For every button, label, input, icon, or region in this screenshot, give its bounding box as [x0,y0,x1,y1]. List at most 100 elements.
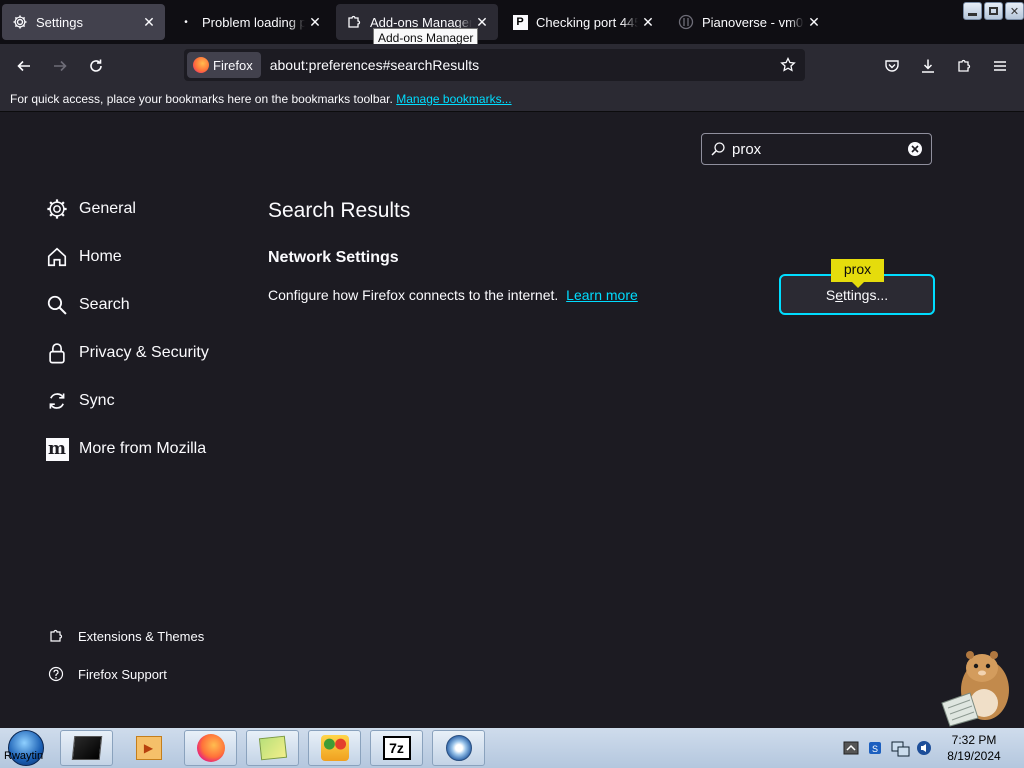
taskbar-sticky-notes[interactable] [246,730,299,766]
category-home[interactable]: Home [45,242,122,272]
category-label: Home [79,248,122,265]
close-icon[interactable]: ✕ [139,12,159,32]
taskbar-media-player[interactable]: ▶ [122,730,175,766]
gear-icon [45,197,69,221]
close-icon[interactable]: ✕ [305,12,325,32]
tab-strip: Settings ✕ • Problem loading page ✕ Add-… [0,0,1024,44]
learn-more-link[interactable]: Learn more [566,287,638,303]
tab-checking-port[interactable]: P Checking port 445 on ✕ [502,4,664,40]
puzzle-icon [958,59,971,72]
tab-label: Pianoverse - vm0b0t [702,14,804,30]
preferences-search-input[interactable]: prox [701,133,932,165]
taskbar-media-center[interactable] [432,730,485,766]
category-more-from-mozilla[interactable]: m More from Mozilla [45,434,206,464]
settings-label-pre: S [825,286,836,303]
bookmark-star-icon[interactable] [775,52,801,78]
hamster-mascot-image [941,651,1009,727]
mozilla-icon: m [45,437,69,461]
windows-taskbar: Rwaytin ▶ 7z S 7:32 PM 8/19/2024 [0,728,1024,768]
sticky-notes-icon [258,735,287,761]
sync-icon [45,389,69,413]
minimize-icon [968,12,977,16]
minimize-button[interactable] [963,2,982,20]
firefox-logo-icon [196,734,225,762]
close-icon: ✕ [1009,5,1020,18]
taskbar-people-app[interactable] [308,730,361,766]
section-description: Configure how Firefox connects to the in… [268,287,638,303]
manage-bookmarks-link[interactable]: Manage bookmarks... [396,92,511,106]
page-title: Search Results [268,199,411,222]
clock-time: 7:32 PM [951,733,997,747]
back-arrow-icon [17,60,30,72]
restore-icon [989,7,998,15]
puzzle-icon [47,627,65,645]
p-favicon: P [512,14,528,30]
preferences-page: prox General Home Search Privacy & Secur… [0,112,1024,728]
tab-settings[interactable]: Settings ✕ [2,4,165,40]
category-general[interactable]: General [45,194,136,224]
url-bar[interactable]: Firefox about:preferences#searchResults [184,49,805,81]
gear-icon [12,14,28,30]
firefox-support-link[interactable]: Firefox Support [47,662,167,686]
taskbar-7zip[interactable]: 7z [370,730,423,766]
dot-icon: • [184,16,188,28]
clock-date: 8/19/2024 [947,749,1001,763]
tab-label: Problem loading page [202,14,305,30]
system-clock[interactable]: 7:32 PM 8/19/2024 [941,732,1007,764]
section-title: Network Settings [268,249,399,266]
back-button[interactable] [10,52,38,80]
taskbar-firefox[interactable] [184,730,237,766]
taskbar-terminal[interactable] [60,730,113,766]
extensions-themes-link[interactable]: Extensions & Themes [47,624,204,648]
show-hidden-icons-icon[interactable] [843,740,859,756]
tab-label: Checking port 445 on [536,14,638,30]
lock-icon [45,341,69,365]
svg-text:S: S [872,744,878,754]
hamburger-icon [994,61,1006,71]
search-highlight-badge: prox [831,259,884,288]
forward-arrow-icon [54,60,67,72]
window-controls: ✕ [963,2,1024,20]
menu-button[interactable] [986,52,1014,80]
pocket-button[interactable] [878,52,906,80]
search-value[interactable]: prox [732,141,908,158]
forward-button[interactable] [46,52,74,80]
category-label: Sync [79,392,115,409]
close-icon[interactable]: ✕ [804,12,824,32]
tab-label: Settings [36,14,83,30]
people-icon [320,735,349,761]
restore-button[interactable] [984,2,1003,20]
footer-label: Extensions & Themes [78,628,205,644]
url-text[interactable]: about:preferences#searchResults [270,57,775,73]
firefox-logo-icon [193,57,209,73]
clear-search-icon[interactable] [908,142,922,156]
tab-pianoverse[interactable]: Pianoverse - vm0b0t ✕ [668,4,830,40]
close-window-button[interactable]: ✕ [1005,2,1024,20]
pocket-icon [885,60,899,72]
media-center-icon [445,735,472,761]
category-label: More from Mozilla [79,440,207,457]
category-label: Search [79,296,130,313]
terminal-icon [71,736,102,760]
reload-icon [90,59,102,72]
category-sync[interactable]: Sync [45,386,115,416]
category-label: Privacy & Security [79,344,209,361]
category-privacy[interactable]: Privacy & Security [45,338,209,368]
puzzle-icon [346,14,362,30]
category-search[interactable]: Search [45,290,130,320]
start-label: Rwaytin [4,750,44,762]
category-label: General [79,200,136,217]
tab-problem-loading[interactable]: • Problem loading page ✕ [168,4,331,40]
downloads-button[interactable] [914,52,942,80]
help-icon [47,665,65,683]
pianoverse-favicon [678,14,694,30]
reload-button[interactable] [82,52,110,80]
close-icon[interactable]: ✕ [638,12,658,32]
section-description-text: Configure how Firefox connects to the in… [268,287,559,303]
extensions-button[interactable] [950,52,978,80]
identity-box[interactable]: Firefox [187,52,261,78]
bookmarks-hint: For quick access, place your bookmarks h… [10,92,393,106]
tray-app-icon[interactable]: S [867,740,883,756]
volume-icon[interactable] [916,740,932,756]
network-icon[interactable] [891,740,910,757]
